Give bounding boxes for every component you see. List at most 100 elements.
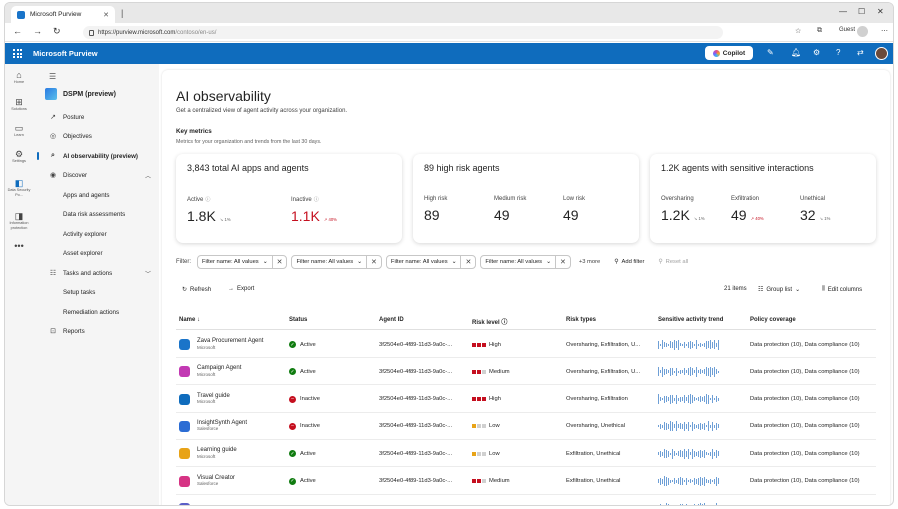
- settings-gear-icon[interactable]: ⚙: [813, 48, 820, 57]
- agent-id-cell: 3f2504e0-4f89-11d3-9a0c-...: [379, 396, 453, 403]
- add-filter-button[interactable]: ⚲ Add filter: [614, 259, 644, 265]
- rail-item-settings[interactable]: ⚙ Settings: [5, 149, 33, 164]
- rail-more-icon[interactable]: •••: [5, 241, 33, 251]
- policy-coverage-cell: Data protection (10), Data compliance (1…: [750, 478, 860, 484]
- notifications-icon[interactable]: 🔔︎: [791, 48, 801, 57]
- nav-item-tasks-and-actions[interactable]: ☷ Tasks and actions ﹀: [33, 265, 159, 281]
- policy-coverage-cell: Data protection (10), Data compliance (1…: [750, 368, 860, 375]
- back-icon[interactable]: ←: [13, 26, 22, 36]
- nav-item-apps-and-agents[interactable]: Apps and agents: [33, 187, 159, 203]
- table-row[interactable]: Campaign Agent Microsoft ✓ Active 3f2504e0-4…: [176, 358, 876, 386]
- refresh-page-icon[interactable]: ↻: [53, 26, 61, 37]
- nav-item-ai-observability[interactable]: ⌕ AI observability (preview): [33, 148, 159, 164]
- remove-filter-icon[interactable]: ✕: [556, 258, 570, 266]
- edit-columns-button[interactable]: ⫼ Edit columns: [822, 286, 862, 293]
- nav-item-activity-explorer[interactable]: Activity explorer: [33, 226, 159, 242]
- app-launcher-icon[interactable]: [13, 49, 22, 58]
- risk-level-text: Low: [489, 450, 500, 457]
- column-header-risk-level[interactable]: Risk level ⓘ: [472, 317, 507, 326]
- risk-level-cell: Medium: [472, 468, 562, 495]
- filter-chip[interactable]: Filter name: All values ⌄ ✕: [291, 254, 382, 269]
- maximize-icon[interactable]: ☐: [858, 7, 865, 16]
- nav-item-objectives[interactable]: ◎ Objectives: [33, 128, 159, 144]
- guest-avatar[interactable]: [857, 26, 868, 37]
- browser-tab[interactable]: Microsoft Purview ✕: [11, 6, 115, 23]
- metric-card-high-risk[interactable]: 89 high risk agents High risk 89 Medium …: [413, 154, 639, 243]
- help-icon[interactable]: ?: [836, 48, 840, 57]
- nav-item-posture[interactable]: ↗ Posture: [33, 109, 159, 125]
- nav-item-asset-explorer[interactable]: Asset explorer: [33, 245, 159, 261]
- metric-card-sensitive-interactions[interactable]: 1.2K agents with sensitive interactions …: [650, 154, 876, 243]
- collections-icon[interactable]: ⧉: [817, 27, 822, 35]
- more-filters-link[interactable]: +3 more: [579, 259, 600, 265]
- favorite-star-icon[interactable]: ☆: [795, 27, 801, 35]
- collapse-nav-icon[interactable]: ☰: [49, 72, 56, 81]
- table-row[interactable]: Supply Chain Agent – Inactive 3f2504e0-4f89…: [176, 495, 876, 506]
- browser-window: Microsoft Purview ✕ | — ☐ ✕ ← → ↻ https:…: [4, 2, 894, 506]
- rail-item-information-protection[interactable]: ◨ Information protection: [5, 211, 33, 230]
- status-text: Inactive: [300, 423, 320, 430]
- feedback-icon[interactable]: ✎: [767, 48, 774, 57]
- info-icon[interactable]: ⓘ: [314, 196, 319, 203]
- remove-filter-icon[interactable]: ✕: [273, 258, 287, 266]
- table-row[interactable]: Travel guide Microsoft – Inactive 3f2504e0-4…: [176, 386, 876, 413]
- column-header-risk-types[interactable]: Risk types: [566, 317, 596, 323]
- more-options-icon[interactable]: ⋯: [881, 27, 888, 35]
- column-header-agent-id[interactable]: Agent ID: [379, 317, 404, 323]
- name-cell[interactable]: Campaign Agent Microsoft: [179, 358, 287, 385]
- share-icon[interactable]: ⇄: [857, 48, 864, 57]
- export-button[interactable]: → Export: [228, 286, 254, 292]
- app-name[interactable]: Microsoft Purview: [33, 49, 98, 58]
- column-header-name[interactable]: Name ↓: [179, 317, 200, 323]
- reset-all-button[interactable]: ⚲ Reset all: [658, 259, 688, 265]
- table-row[interactable]: Zava Procurement Agent Microsoft ✓ Active 3f…: [176, 331, 876, 358]
- metric-card-total-agents[interactable]: 3,843 total AI apps and agents Active ⓘ 1…: [176, 154, 402, 243]
- table-row[interactable]: Learning guide Microsoft ✓ Active 3f2504e0-4…: [176, 440, 876, 468]
- column-header-policy-coverage[interactable]: Policy coverage: [750, 317, 796, 323]
- column-header-status[interactable]: Status: [289, 317, 307, 323]
- close-tab-icon[interactable]: ✕: [103, 11, 109, 19]
- nav-item-data-risk-assessments[interactable]: Data risk assessments: [33, 206, 159, 222]
- name-cell[interactable]: Visual Creator Salesforce: [179, 468, 287, 495]
- name-cell[interactable]: Learning guide Microsoft: [179, 440, 287, 467]
- table-row[interactable]: InsightSynth Agent Salesforce – Inactive 3f2…: [176, 413, 876, 440]
- copilot-button[interactable]: Copilot: [705, 46, 753, 60]
- rail-item-home[interactable]: ⌂ Home: [5, 70, 33, 85]
- nav-item-reports[interactable]: ⊡ Reports: [33, 323, 159, 339]
- rail-item-data-security[interactable]: ◧ Data Security Po...: [5, 178, 33, 197]
- purview-favicon-icon: [17, 10, 25, 19]
- new-tab-icon[interactable]: |: [121, 8, 123, 18]
- filter-chip-label: Filter name: All values: [202, 258, 259, 265]
- filter-chip[interactable]: Filter name: All values ⌄ ✕: [197, 254, 288, 269]
- url-field[interactable]: https://purview.microsoft.com/contoso/en…: [83, 26, 723, 39]
- name-cell[interactable]: Travel guide Microsoft: [179, 386, 287, 413]
- column-header-sensitive-trend[interactable]: Sensitive activity trend: [658, 317, 723, 323]
- guest-label[interactable]: Guest: [839, 27, 855, 33]
- agent-icon: [179, 475, 190, 487]
- name-cell[interactable]: Supply Chain Agent: [179, 495, 287, 506]
- remove-filter-icon[interactable]: ✕: [461, 258, 475, 266]
- name-cell[interactable]: Zava Procurement Agent Microsoft: [179, 331, 287, 358]
- name-cell[interactable]: InsightSynth Agent Salesforce: [179, 413, 287, 440]
- rail-item-solutions[interactable]: ⊞ Solutions: [5, 97, 33, 112]
- remove-filter-icon[interactable]: ✕: [367, 258, 381, 266]
- nav-item-discover[interactable]: ◉ Discover ︿: [33, 167, 159, 183]
- group-list-button[interactable]: ☷ Group list ⌄: [758, 286, 800, 294]
- table-row[interactable]: Visual Creator Salesforce ✓ Active 3f2504e0-…: [176, 468, 876, 495]
- close-window-icon[interactable]: ✕: [877, 7, 884, 16]
- nav-item-remediation-actions[interactable]: Remediation actions: [33, 304, 159, 320]
- filter-chip[interactable]: Filter name: All values ⌄ ✕: [385, 254, 477, 269]
- forward-icon[interactable]: →: [33, 26, 42, 36]
- nav-item-setup-tasks[interactable]: Setup tasks: [33, 284, 159, 300]
- metric-inactive: Inactive ⓘ 1.1K ↗ 40%: [291, 196, 337, 225]
- refresh-button[interactable]: ↻ Refresh: [182, 286, 212, 294]
- inactive-minus-icon: –: [289, 504, 296, 505]
- filter-chip[interactable]: Filter name: All values ⌄ ✕: [480, 254, 571, 269]
- user-avatar[interactable]: [875, 47, 888, 60]
- agent-name[interactable]: Supply Chain Agent: [197, 505, 250, 506]
- ai-observability-icon: ⌕: [51, 152, 55, 159]
- rail-item-learn[interactable]: ▭ Learn: [5, 123, 33, 138]
- info-icon[interactable]: ⓘ: [205, 196, 210, 203]
- minimize-icon[interactable]: —: [839, 7, 847, 16]
- refresh-label: Refresh: [190, 286, 212, 293]
